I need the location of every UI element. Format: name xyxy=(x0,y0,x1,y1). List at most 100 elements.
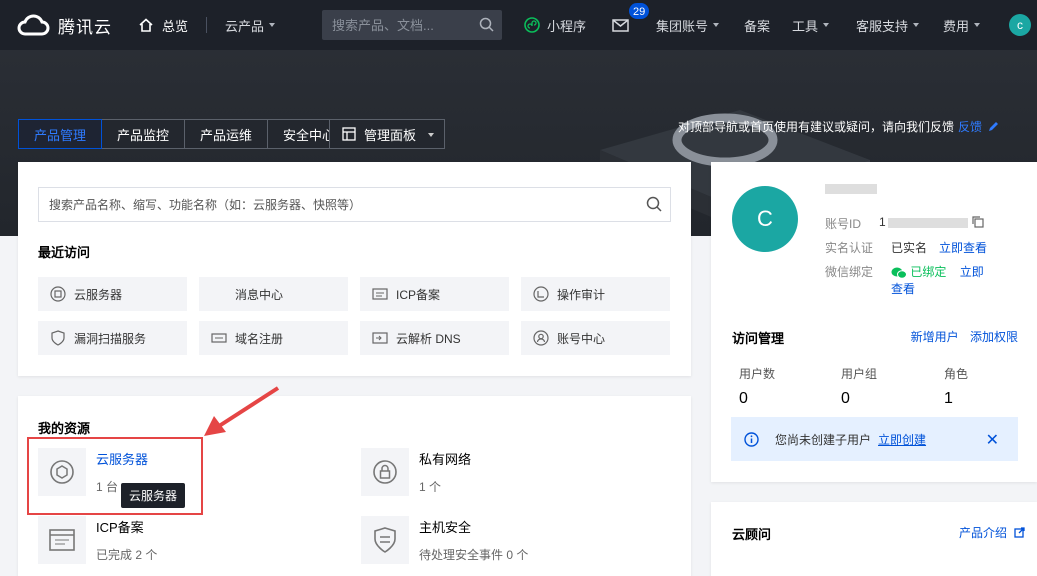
search-card: 最近访问 云服务器 消息中心 ICP备案 操作审计 漏洞扫描服务 域名注册 云解… xyxy=(18,162,691,376)
account-id-row: 账号ID 1 xyxy=(825,215,984,232)
chevron-down-icon xyxy=(428,133,434,137)
nav-home[interactable]: 总览 xyxy=(138,16,188,35)
chevron-down-icon xyxy=(974,23,981,27)
nav-filing-label: 备案 xyxy=(744,18,771,34)
nav-billing[interactable]: 费用 xyxy=(943,0,981,50)
recent-list: 云服务器 消息中心 ICP备案 操作审计 漏洞扫描服务 域名注册 云解析 DNS xyxy=(38,277,671,355)
resource-icp[interactable]: ICP备案 已完成 2 个 xyxy=(38,516,157,564)
feedback-link[interactable]: 反馈 xyxy=(958,118,982,135)
icp-icon xyxy=(372,288,388,300)
resource-name: 私有网络 xyxy=(419,452,472,467)
panel-icon xyxy=(342,127,356,141)
stat-label: 角色 xyxy=(944,367,969,381)
stat-roles: 角色 1 xyxy=(944,365,968,408)
user-avatar[interactable]: c xyxy=(1009,14,1031,36)
recent-item-message[interactable]: 消息中心 xyxy=(199,277,348,311)
realname-row: 实名认证 已实名 立即查看 xyxy=(825,239,987,256)
nav-support[interactable]: 客服支持 xyxy=(856,0,920,50)
top-search-input[interactable] xyxy=(332,17,472,33)
account-name xyxy=(825,184,877,194)
product-intro-link[interactable]: 产品介绍 xyxy=(959,524,1007,541)
tab-product-management[interactable]: 产品管理 xyxy=(18,119,103,149)
shield-icon xyxy=(51,330,65,346)
home-icon xyxy=(139,18,153,32)
stat-value[interactable]: 1 xyxy=(944,390,968,408)
tab-product-monitoring[interactable]: 产品监控 xyxy=(102,119,186,149)
access-links: 新增用户 添加权限 xyxy=(911,328,1018,345)
chevron-down-icon xyxy=(713,23,720,27)
account-id-text: 1 xyxy=(879,215,886,229)
info-icon xyxy=(744,431,759,447)
recent-item-cvm[interactable]: 云服务器 xyxy=(38,277,187,311)
recent-item-label: 账号中心 xyxy=(557,331,606,346)
nav-filing[interactable]: 备案 xyxy=(744,0,770,50)
recent-item-label: ICP备案 xyxy=(396,287,441,302)
stat-label: 用户数 xyxy=(739,367,776,381)
recent-item-dns[interactable]: 云解析 DNS xyxy=(360,321,509,355)
wechat-row: 微信绑定 已绑定 立即查看 xyxy=(825,263,991,297)
recent-item-label: 云服务器 xyxy=(74,287,123,302)
realname-status: 已实名 xyxy=(891,241,928,255)
resource-count: 1 个 xyxy=(419,480,442,494)
recent-item-icp[interactable]: ICP备案 xyxy=(360,277,509,311)
recent-item-label: 云解析 DNS xyxy=(396,331,461,346)
recent-item-audit[interactable]: 操作审计 xyxy=(521,277,670,311)
product-tabs: 产品管理 产品监控 产品运维 安全中心 xyxy=(18,119,352,149)
brand-logo[interactable]: 腾讯云 xyxy=(16,13,126,38)
wechat-label: 微信绑定 xyxy=(825,265,874,279)
annotation-arrow-icon xyxy=(204,386,280,436)
feedback-text: 对顶部导航或首页使用有建议或疑问，请向我们反馈 xyxy=(678,120,955,134)
account-icon xyxy=(533,330,549,346)
recent-item-account-center[interactable]: 账号中心 xyxy=(521,321,670,355)
dns-icon xyxy=(372,332,388,344)
resource-count: 已完成 2 个 xyxy=(96,548,158,562)
icp-icon xyxy=(38,516,86,564)
realname-link[interactable]: 立即查看 xyxy=(939,239,987,256)
add-user-link[interactable]: 新增用户 xyxy=(911,330,959,344)
nav-billing-label: 费用 xyxy=(943,18,970,34)
product-search[interactable] xyxy=(38,187,671,222)
search-icon[interactable] xyxy=(646,196,662,212)
copy-icon[interactable] xyxy=(972,216,984,228)
search-icon[interactable] xyxy=(479,17,494,32)
nav-support-label: 客服支持 xyxy=(856,18,909,34)
mail-count-badge: 29 xyxy=(628,2,651,20)
recent-item-domain[interactable]: 域名注册 xyxy=(199,321,348,355)
recent-item-label: 漏洞扫描服务 xyxy=(74,331,147,346)
nav-products[interactable]: 云产品 xyxy=(225,16,276,35)
shield-icon xyxy=(361,516,409,564)
mini-program-icon xyxy=(524,17,540,33)
chevron-down-icon xyxy=(913,23,920,27)
management-panel-button[interactable]: 管理面板 xyxy=(329,119,445,149)
nav-mini-program-label: 小程序 xyxy=(547,18,587,34)
divider xyxy=(206,17,208,33)
stat-users: 用户数 0 xyxy=(739,365,775,408)
chevron-down-icon xyxy=(269,23,276,27)
resource-host-security[interactable]: 主机安全 待处理安全事件 0 个 xyxy=(361,516,528,564)
recent-item-label: 消息中心 xyxy=(235,287,284,302)
edit-icon[interactable] xyxy=(987,121,999,133)
stat-value[interactable]: 0 xyxy=(739,390,775,408)
domain-icon xyxy=(211,333,227,343)
wechat-status-group: 已绑定 立即查看 xyxy=(891,263,991,297)
brand-name: 腾讯云 xyxy=(58,17,112,37)
nav-tools[interactable]: 工具 xyxy=(792,0,830,50)
nav-group-account[interactable]: 集团账号 xyxy=(656,0,720,50)
product-search-input[interactable] xyxy=(49,197,629,212)
mail-button[interactable] xyxy=(612,0,629,50)
tab-product-ops[interactable]: 产品运维 xyxy=(185,119,269,149)
create-subuser-link[interactable]: 立即创建 xyxy=(878,431,926,448)
resource-vpc[interactable]: 私有网络 1 个 xyxy=(361,448,471,496)
add-permission-link[interactable]: 添加权限 xyxy=(970,330,1018,344)
close-icon[interactable]: ✕ xyxy=(986,430,999,450)
stat-value[interactable]: 0 xyxy=(841,390,877,408)
external-link-icon[interactable] xyxy=(1014,527,1025,538)
top-search[interactable] xyxy=(322,10,502,40)
recent-item-vuln-scan[interactable]: 漏洞扫描服务 xyxy=(38,321,187,355)
notice-text: 您尚未创建子用户 xyxy=(775,432,872,447)
tooltip: 云服务器 xyxy=(121,483,186,508)
account-avatar[interactable]: C xyxy=(732,186,798,252)
feedback-bar: 对顶部导航或首页使用有建议或疑问，请向我们反馈 反馈 xyxy=(678,118,999,135)
nav-mini-program[interactable]: 小程序 xyxy=(524,0,586,50)
recent-title: 最近访问 xyxy=(38,245,91,260)
